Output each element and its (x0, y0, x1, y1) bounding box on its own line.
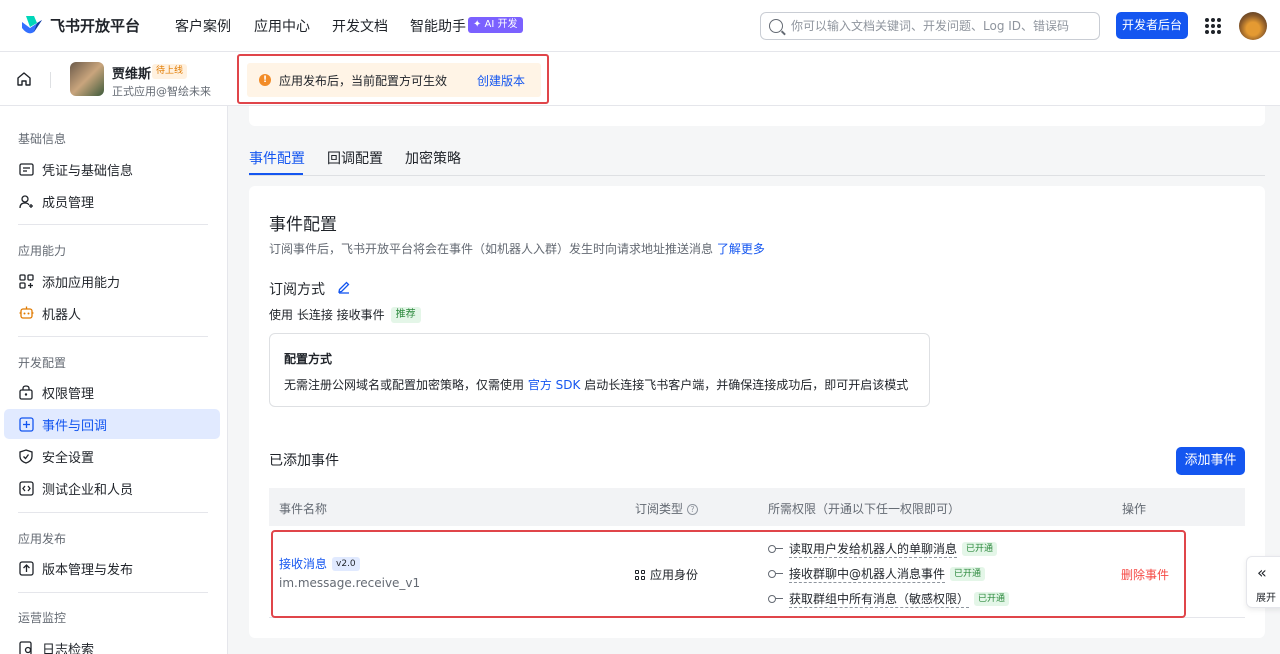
added-events-title: 已添加事件 (269, 453, 339, 469)
upload-icon (18, 560, 34, 576)
expand-panel-button[interactable]: « 展开 (1246, 556, 1280, 608)
apps-add-icon (18, 273, 34, 289)
sidebar-divider (18, 512, 208, 513)
event-icon (18, 416, 34, 432)
column-header-name: 事件名称 (279, 502, 328, 516)
divider (50, 72, 51, 88)
user-add-icon (18, 193, 34, 209)
sidebar-item-label: 成员管理 (42, 195, 95, 211)
sidebar-divider (18, 336, 208, 337)
sidebar-group-dev-config: 开发配置 (18, 356, 67, 370)
app-header: 贾维斯 待上线 正式应用@智绘未来 (0, 52, 1280, 106)
app-status-badge: 待上线 (152, 64, 188, 79)
config-mode-title: 配置方式 (284, 352, 333, 366)
expand-label: 展开 (1256, 593, 1276, 604)
app-avatar (70, 62, 104, 96)
double-chevron-left-icon: « (1257, 563, 1267, 582)
section-description: 订阅事件后，飞书开放平台将会在事件（如机器人入群）发生时向请求地址推送消息 了解… (269, 242, 765, 256)
logo-text: 飞书开放平台 (50, 16, 141, 35)
sidebar-item-label: 测试企业和人员 (42, 482, 134, 498)
shield-icon (18, 448, 34, 464)
config-tabs: 事件配置 回调配置 加密策略 (249, 140, 1265, 176)
nav-customer-cases[interactable]: 客户案例 (175, 16, 231, 36)
search-input[interactable] (791, 19, 1091, 33)
config-mode-box: 配置方式 无需注册公网域名或配置加密策略，仅需使用 官方 SDK 启动长连接飞书… (269, 333, 930, 407)
nav-dev-docs[interactable]: 开发文档 (332, 16, 388, 36)
ai-dev-badge: ✦ AI 开发 (468, 17, 523, 33)
top-card (249, 106, 1265, 126)
dev-console-button[interactable]: 开发者后台 (1116, 12, 1188, 39)
subscribe-mode-title: 订阅方式 (269, 282, 325, 298)
learn-more-link[interactable]: 了解更多 (717, 242, 765, 256)
search-box[interactable] (760, 12, 1100, 40)
subscribe-mode-value: 使用 长连接 接收事件 推荐 (269, 306, 421, 323)
highlight-frame-notice (237, 54, 549, 104)
lock-icon (18, 384, 34, 400)
app-grid-icon[interactable] (1205, 18, 1221, 34)
sidebar-item-versions[interactable]: 版本管理与发布 (4, 553, 220, 583)
sidebar-group-publish: 应用发布 (18, 532, 67, 546)
recommend-badge: 推荐 (390, 306, 421, 323)
user-avatar[interactable] (1239, 12, 1267, 40)
logo[interactable]: 飞书开放平台 (20, 14, 140, 36)
tab-encryption[interactable]: 加密策略 (405, 148, 461, 168)
sidebar-divider (18, 592, 208, 593)
sidebar-item-credentials[interactable]: 凭证与基础信息 (4, 154, 220, 184)
sidebar-item-permissions[interactable]: 权限管理 (4, 377, 220, 407)
help-icon[interactable]: ? (687, 504, 699, 515)
sidebar-item-events-callbacks[interactable]: 事件与回调 (4, 409, 220, 439)
config-mode-text: 无需注册公网域名或配置加密策略，仅需使用 官方 SDK 启动长连接飞书客户端，并… (284, 378, 909, 392)
sidebar-item-security[interactable]: 安全设置 (4, 441, 220, 471)
sidebar-item-label: 事件与回调 (42, 418, 108, 434)
events-table-header: 事件名称 订阅类型? 所需权限（开通以下任一权限即可） 操作 (269, 488, 1245, 526)
sidebar-group-basic: 基础信息 (18, 132, 67, 146)
sidebar-item-test-tenants[interactable]: 测试企业和人员 (4, 473, 220, 503)
home-icon[interactable] (16, 71, 32, 87)
top-nav: 飞书开放平台 客户案例 应用中心 开发文档 智能助手 ✦ AI 开发 开发者后台 (0, 0, 1280, 52)
sidebar-item-add-capability[interactable]: 添加应用能力 (4, 266, 220, 296)
search-doc-icon (18, 640, 34, 654)
sidebar-item-label: 日志检索 (42, 642, 95, 654)
active-tab-indicator (249, 173, 303, 175)
official-sdk-link[interactable]: 官方 SDK (528, 378, 581, 392)
robot-icon (18, 305, 34, 321)
highlight-frame-event-row (271, 530, 1186, 618)
nav-app-center[interactable]: 应用中心 (254, 16, 310, 36)
column-header-type: 订阅类型? (635, 500, 699, 517)
sidebar-item-label: 安全设置 (42, 450, 95, 466)
tab-callback-config[interactable]: 回调配置 (327, 148, 383, 168)
feishu-logo-icon (22, 16, 42, 34)
column-header-actions: 操作 (1122, 502, 1147, 516)
sidebar-group-capabilities: 应用能力 (18, 244, 67, 258)
sidebar-item-log-search[interactable]: 日志检索 (4, 633, 220, 654)
sidebar-group-monitoring: 运营监控 (18, 611, 67, 625)
sidebar-item-label: 版本管理与发布 (42, 562, 134, 578)
sidebar-item-members[interactable]: 成员管理 (4, 186, 220, 216)
sidebar-item-label: 机器人 (42, 307, 82, 323)
sidebar-item-label: 凭证与基础信息 (42, 163, 134, 179)
edit-icon[interactable] (337, 280, 351, 294)
add-event-button[interactable]: 添加事件 (1176, 447, 1245, 475)
tab-event-config[interactable]: 事件配置 (249, 148, 305, 168)
search-icon (769, 19, 783, 33)
sidebar-divider (18, 224, 208, 225)
id-card-icon (18, 161, 34, 177)
nav-smart-assistant[interactable]: 智能助手 (410, 16, 466, 36)
app-name: 贾维斯 (112, 67, 152, 82)
app-subtitle: 正式应用@智绘未来 (112, 85, 211, 98)
sidebar: 基础信息 凭证与基础信息 成员管理 应用能力 添加应用能力 机器人 开发配置 权… (0, 106, 228, 654)
sidebar-item-label: 权限管理 (42, 386, 95, 402)
code-icon (18, 480, 34, 496)
sidebar-item-robot[interactable]: 机器人 (4, 298, 220, 328)
column-header-permissions: 所需权限（开通以下任一权限即可） (768, 502, 961, 516)
sidebar-item-label: 添加应用能力 (42, 275, 121, 291)
section-title: 事件配置 (269, 215, 337, 235)
